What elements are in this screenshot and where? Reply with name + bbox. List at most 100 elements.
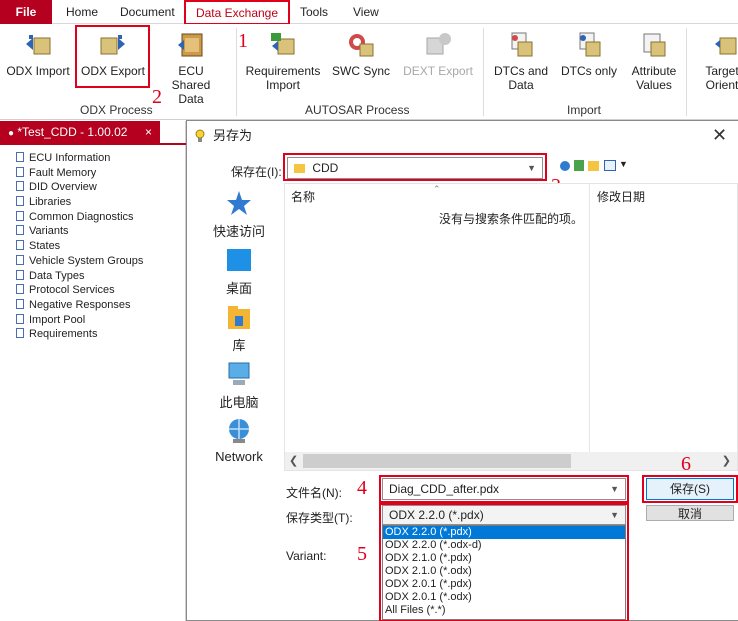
tree-item-label: Libraries bbox=[29, 196, 72, 209]
highlight-save-in bbox=[283, 153, 547, 181]
library-icon bbox=[225, 303, 253, 331]
dext-export-label: DEXT Export bbox=[403, 64, 473, 78]
document-icon bbox=[16, 254, 24, 265]
tree-item-label: Requirements bbox=[29, 328, 98, 341]
save-in-label: 保存在(I): bbox=[231, 165, 282, 179]
back-icon[interactable] bbox=[560, 161, 570, 171]
ecu-shared-data-label: ECU Shared Data bbox=[171, 64, 211, 106]
scroll-right-icon[interactable]: ❯ bbox=[722, 454, 731, 467]
place-desktop[interactable]: 桌面 bbox=[197, 246, 281, 297]
annotation-5: 5 bbox=[357, 543, 367, 565]
tab-data-exchange[interactable]: Data Exchange bbox=[184, 0, 290, 25]
pin-icon: ● bbox=[8, 128, 15, 139]
column-header-date[interactable]: 修改日期 bbox=[597, 188, 645, 205]
highlight-save-button bbox=[642, 475, 738, 503]
place-quick-access[interactable]: 快速访问 bbox=[197, 189, 281, 240]
document-tree-panel: ● *Test_CDD - 1.00.02 × ECU Information F… bbox=[0, 121, 186, 621]
tree-item[interactable]: DID Overview bbox=[16, 180, 143, 195]
cancel-button[interactable]: 取消 bbox=[646, 505, 734, 521]
place-network[interactable]: Network bbox=[197, 417, 281, 464]
tree-item[interactable]: Libraries bbox=[16, 195, 143, 210]
place-label: 快速访问 bbox=[212, 224, 265, 239]
dtcs-only-icon bbox=[574, 30, 604, 60]
tree-item[interactable]: Requirements bbox=[16, 327, 143, 342]
document-icon bbox=[16, 313, 24, 324]
tree-item-label: DID Overview bbox=[29, 181, 97, 194]
tree-item[interactable]: Vehicle System Groups bbox=[16, 254, 143, 269]
place-label: 此电脑 bbox=[219, 395, 259, 410]
file-list[interactable]: 名称 ⌃ 修改日期 没有与搜索条件匹配的项。 ❮ ❯ bbox=[284, 183, 738, 471]
requirements-import-label: Requirements Import bbox=[245, 64, 321, 92]
highlight-filename bbox=[379, 475, 629, 503]
ribbon-separator bbox=[686, 28, 687, 116]
places-bar: 快速访问 桌面 库 此电脑 Network bbox=[197, 183, 281, 473]
odx-import-icon bbox=[23, 30, 53, 60]
document-tree: ECU Information Fault Memory DID Overview L… bbox=[16, 151, 143, 342]
swc-sync-label: SWC Sync bbox=[331, 64, 390, 78]
close-tab-icon[interactable]: × bbox=[145, 121, 152, 143]
tree-item[interactable]: ECU Information bbox=[16, 151, 143, 166]
group-label-odx-process: ODX Process bbox=[80, 103, 153, 117]
swc-sync-button[interactable]: SWC Sync bbox=[328, 24, 394, 96]
requirements-import-button[interactable]: Requirements Import bbox=[244, 24, 322, 96]
dext-export-button[interactable]: DEXT Export bbox=[398, 24, 478, 96]
tree-item[interactable]: Import Pool bbox=[16, 313, 143, 328]
highlight-filetype bbox=[379, 503, 629, 621]
dext-export-icon bbox=[423, 30, 453, 60]
place-this-pc[interactable]: 此电脑 bbox=[197, 360, 281, 411]
dtcs-only-button[interactable]: DTCs only bbox=[556, 24, 622, 96]
target-orient-button[interactable]: Target Orient bbox=[690, 24, 738, 96]
group-label-import: Import bbox=[567, 103, 602, 117]
sort-arrow-icon: ⌃ bbox=[433, 184, 441, 194]
new-folder-icon[interactable] bbox=[588, 161, 599, 171]
column-header-name[interactable]: 名称 bbox=[291, 188, 315, 205]
tab-view[interactable]: View bbox=[353, 0, 379, 24]
document-icon bbox=[16, 240, 24, 251]
horizontal-scrollbar[interactable]: ❮ ❯ bbox=[285, 452, 737, 470]
tab-document[interactable]: Document bbox=[120, 0, 175, 24]
close-icon[interactable]: ✕ bbox=[712, 126, 728, 144]
empty-message: 没有与搜索条件匹配的项。 bbox=[439, 212, 584, 226]
filetype-label: 保存类型(T): bbox=[286, 511, 353, 525]
dialog-title: 另存为 bbox=[213, 128, 253, 143]
scroll-left-icon[interactable]: ❮ bbox=[289, 454, 298, 467]
annotation-4: 4 bbox=[357, 477, 367, 499]
document-tab[interactable]: ● *Test_CDD - 1.00.02 × bbox=[0, 121, 160, 143]
document-icon bbox=[16, 152, 24, 162]
attribute-values-button[interactable]: Attribute Values bbox=[624, 24, 684, 96]
tree-item[interactable]: Negative Responses bbox=[16, 298, 143, 313]
view-menu-icon[interactable] bbox=[604, 160, 616, 171]
tree-item[interactable]: Protocol Services bbox=[16, 283, 143, 298]
ribbon-tab-bar: File Home Document Data Exchange Tools V… bbox=[0, 0, 738, 25]
tree-item[interactable]: Common Diagnostics bbox=[16, 210, 143, 225]
ribbon: ODX Import ODX Export 2 ECU Shared Data … bbox=[0, 24, 738, 120]
tree-item-label: Protocol Services bbox=[29, 284, 115, 297]
document-icon bbox=[16, 284, 24, 295]
folder-toolbar: ▼ bbox=[560, 159, 632, 173]
tree-item[interactable]: Fault Memory bbox=[16, 166, 143, 181]
odx-import-button[interactable]: ODX Import bbox=[2, 24, 74, 96]
tree-item[interactable]: States bbox=[16, 239, 143, 254]
document-icon bbox=[16, 298, 24, 309]
tab-tools[interactable]: Tools bbox=[300, 0, 328, 24]
tree-item[interactable]: Variants bbox=[16, 224, 143, 239]
requirements-import-icon bbox=[268, 30, 298, 60]
target-orient-label: Target Orient bbox=[705, 64, 738, 92]
ecu-shared-data-button[interactable]: ECU Shared Data bbox=[152, 24, 230, 106]
up-folder-icon[interactable] bbox=[574, 160, 584, 171]
chevron-down-icon[interactable]: ▼ bbox=[619, 159, 628, 169]
place-label: Network bbox=[215, 449, 263, 464]
dtcs-and-data-button[interactable]: DTCs and Data bbox=[488, 24, 554, 96]
tree-item-label: Vehicle System Groups bbox=[29, 254, 144, 267]
document-icon bbox=[16, 181, 24, 192]
tree-item[interactable]: Data Types bbox=[16, 269, 143, 284]
tab-file[interactable]: File bbox=[0, 0, 52, 24]
place-library[interactable]: 库 bbox=[197, 303, 281, 354]
tab-home[interactable]: Home bbox=[66, 0, 98, 24]
document-icon bbox=[16, 225, 24, 236]
ribbon-separator bbox=[483, 28, 484, 116]
column-divider bbox=[589, 184, 590, 452]
tree-item-label: Common Diagnostics bbox=[29, 210, 134, 223]
tree-item-label: States bbox=[29, 240, 61, 253]
scrollbar-thumb[interactable] bbox=[303, 454, 571, 468]
